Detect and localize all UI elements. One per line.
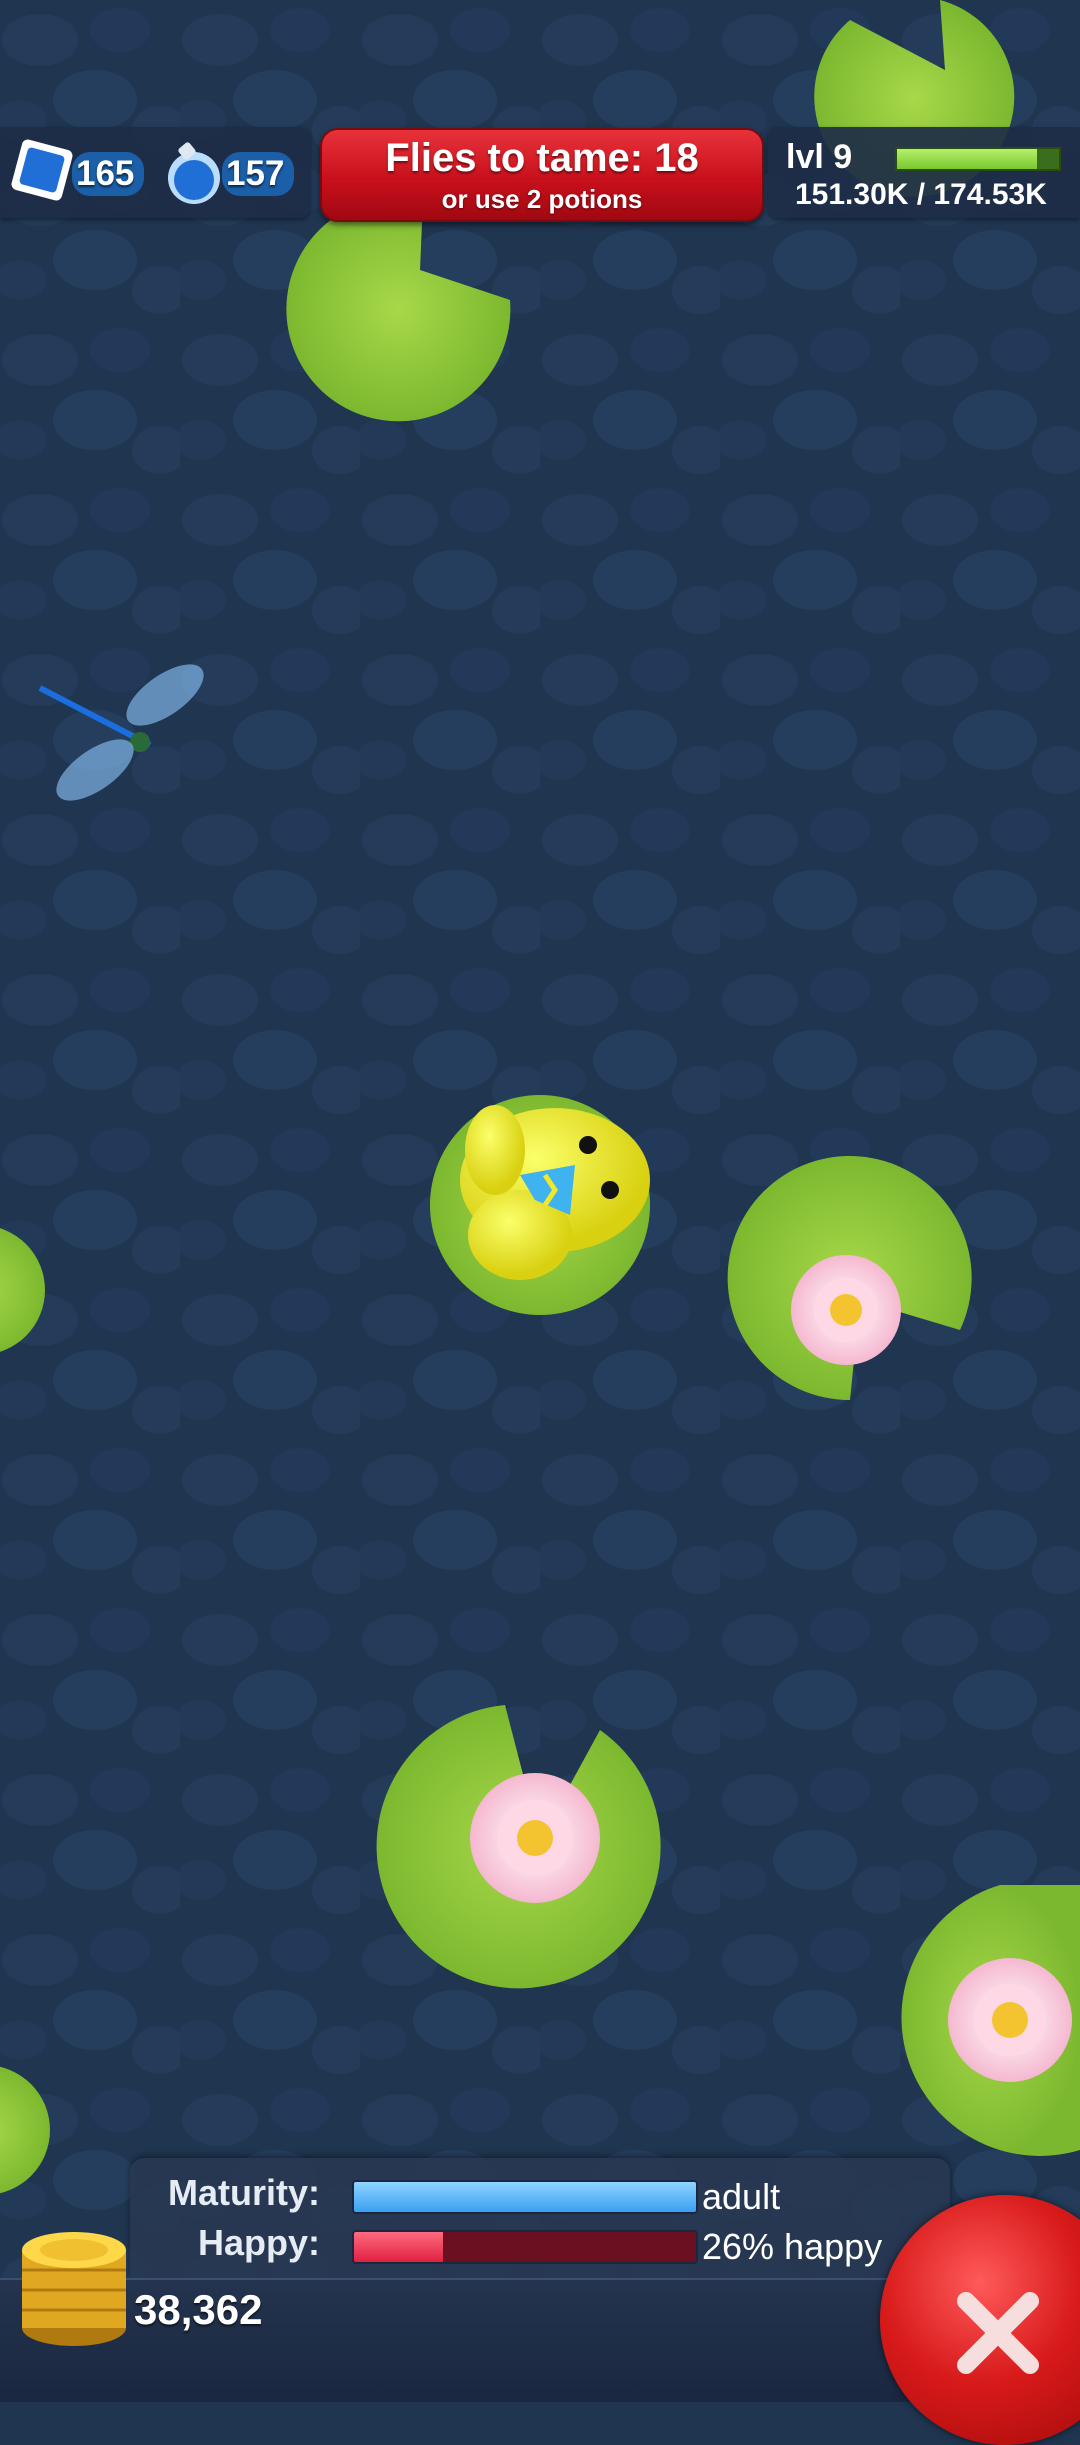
gold-coin-stack-icon[interactable]	[16, 2210, 132, 2350]
water-lily-flower	[948, 1958, 1072, 2082]
maturity-label: Maturity:	[168, 2172, 320, 2213]
potion-bottle-icon	[168, 142, 220, 204]
potion-count: 157	[222, 152, 295, 196]
maturity-value: adult	[702, 2176, 781, 2217]
flies-to-tame-text: Flies to tame: 18	[385, 136, 699, 180]
gem-icon	[11, 139, 73, 201]
close-x-icon	[957, 2292, 1039, 2374]
xp-progress-fill	[897, 149, 1038, 169]
water-lily-flower	[470, 1773, 600, 1903]
pond-scene	[0, 0, 1080, 2400]
maturity-bar	[352, 2180, 698, 2214]
tame-button[interactable]: Flies to tame: 18 or use 2 potions	[320, 128, 764, 222]
xp-text: 151.30K / 174.53K	[795, 178, 1047, 211]
happy-label: Happy:	[197, 2222, 320, 2263]
happy-fill	[354, 2232, 443, 2262]
level-label: lvl 9	[786, 138, 853, 176]
water-lily-flower	[791, 1255, 901, 1365]
coins-count: 38,362	[134, 2286, 263, 2333]
gem-count: 165	[72, 152, 145, 196]
happy-value: 26% happy	[702, 2226, 883, 2267]
xp-progress-bar	[895, 147, 1061, 171]
use-potions-text: or use 2 potions	[441, 184, 643, 214]
happy-bar	[352, 2230, 698, 2264]
maturity-fill	[354, 2182, 696, 2212]
